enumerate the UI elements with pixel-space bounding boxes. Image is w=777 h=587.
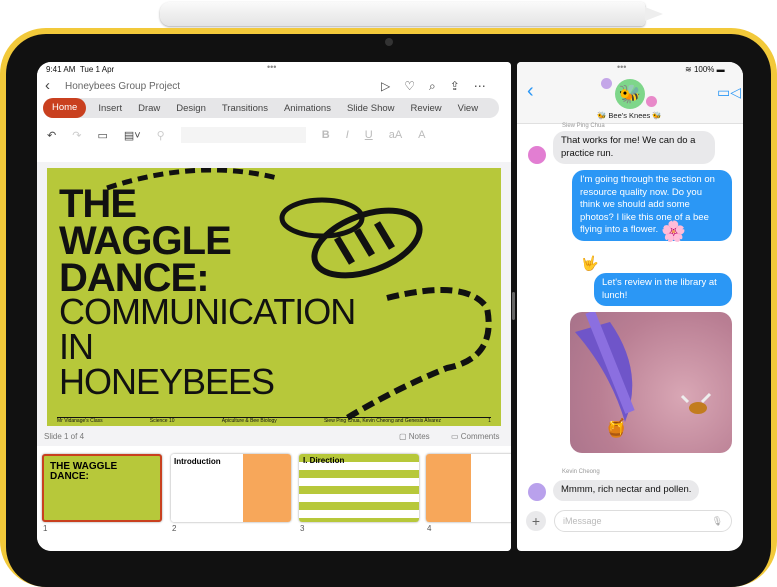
thumbnail-4[interactable] (426, 454, 511, 522)
powerpoint-pane: 9:41 AM Tue 1 Apr ••• ‹ Honeybees Group … (37, 62, 511, 551)
messages-pane: ••• ≋ 100% ▬ ‹ 🐝 🐝 Bee's Knees 🐝 ▭◁ Siew… (517, 62, 743, 551)
microphone-icon[interactable]: 🎙 (712, 516, 723, 527)
share-icon[interactable]: ⇪ (450, 79, 460, 94)
tab-draw[interactable]: Draw (130, 103, 168, 114)
slide-footer: Mr Vidanage's Class Science 10 Apicultur… (57, 417, 491, 424)
tab-review[interactable]: Review (403, 103, 450, 114)
sender-avatar (528, 483, 546, 501)
italic-button[interactable]: I (346, 129, 349, 141)
footer-subject: Science 10 (149, 418, 175, 424)
message-bubble[interactable]: Mmmm, rich nectar and pollen. (553, 480, 700, 501)
underline-button[interactable]: U (365, 129, 373, 141)
notes-label: Notes (408, 432, 430, 441)
tab-view[interactable]: View (450, 103, 486, 114)
document-title: Honeybees Group Project (65, 81, 181, 92)
footer-topic: Apiculture & Bee Biology (221, 418, 277, 424)
font-color-button[interactable]: A (418, 129, 425, 141)
tab-design[interactable]: Design (168, 103, 214, 114)
comments-label: Comments (460, 432, 500, 441)
ribbon-tabs: Home Insert Draw Design Transitions Anim… (43, 98, 499, 118)
layout-icon[interactable]: ▤˅ (124, 129, 141, 142)
message-bubble[interactable]: That works for me! We can do a practice … (553, 131, 715, 164)
battery-status: ≋ 100% ▬ (685, 65, 725, 74)
current-slide[interactable]: THE WAGGLE DANCE: COMMUNICATION IN HONEYBEES… (47, 168, 501, 426)
top-actions: ▷ ♡ ⌕ ⇪ ⋯ (381, 79, 486, 94)
thumbnail-2[interactable]: Introduction (171, 454, 291, 522)
play-icon[interactable]: ▷ (381, 79, 390, 94)
tab-insert[interactable]: Insert (90, 103, 130, 114)
more-icon[interactable]: ⋯ (474, 79, 486, 94)
video-call-icon[interactable]: ▭◁ (717, 84, 741, 101)
tab-slide-show[interactable]: Slide Show (339, 103, 403, 114)
sender-name: Kevin Cheong (562, 469, 600, 475)
back-icon[interactable]: ‹ (45, 77, 50, 94)
message-bubble[interactable]: Let's review in the library at lunch! (594, 273, 732, 306)
footer-class: Mr Vidanage's Class (57, 418, 103, 424)
message-bubble[interactable]: I'm going through the section on resourc… (572, 170, 732, 241)
thumbnail-number: 2 (172, 524, 177, 533)
thumbnail-1[interactable]: THE WAGGLE DANCE: (42, 454, 162, 522)
thumbnail-3[interactable]: I. Direction (299, 454, 419, 522)
tab-animations[interactable]: Animations (276, 103, 339, 114)
bee-flower-photo[interactable] (570, 312, 732, 453)
back-icon[interactable]: ‹ (527, 80, 534, 103)
sender-name: Siew Ping Chua (562, 123, 605, 129)
flower-bee-image-icon (575, 312, 712, 422)
camera-icon (385, 38, 393, 46)
group-name[interactable]: 🐝 Bee's Knees 🐝 (597, 111, 662, 120)
member-avatar (646, 96, 657, 107)
apple-pencil (160, 2, 663, 26)
format-toolbar: ↶ ↷ ▭ ▤˅ ⚲ B I U aA A (47, 127, 426, 143)
search-icon[interactable]: ⌕ (429, 79, 436, 94)
thumbnail-number: 3 (300, 524, 305, 533)
message-input[interactable]: iMessage 🎙 (554, 510, 732, 532)
notes-button[interactable]: ▢ Notes (399, 432, 430, 441)
footer-page: 1 (488, 418, 491, 424)
undo-icon[interactable]: ↶ (47, 129, 56, 142)
thumbnail-number: 4 (427, 524, 432, 533)
lightbulb-icon[interactable]: ♡ (404, 79, 415, 94)
sender-avatar (528, 146, 546, 164)
new-slide-icon[interactable]: ▭ (97, 129, 107, 142)
slide-counter: Slide 1 of 4 (44, 432, 85, 441)
split-view-divider-handle[interactable] (512, 292, 515, 320)
group-avatar[interactable]: 🐝 (615, 79, 645, 109)
reaction-sticker: 🤟 (581, 255, 599, 271)
multitask-dots-icon[interactable]: ••• (617, 62, 626, 72)
member-avatar (601, 78, 612, 89)
status-time: 9:41 AM Tue 1 Apr (46, 65, 115, 74)
format-painter-icon[interactable]: ⚲ (157, 129, 165, 142)
redo-icon[interactable]: ↷ (72, 129, 81, 142)
footer-authors: Siew Ping Chua, Kevin Cheong and Genesis… (323, 418, 441, 424)
bold-button[interactable]: B (322, 129, 330, 141)
input-placeholder: iMessage (563, 516, 602, 526)
bee-drawing-icon (106, 168, 492, 421)
font-size-button[interactable]: aA (389, 129, 402, 141)
reaction-sticker: 🌸 (661, 221, 686, 243)
reaction-sticker: 🍯 (605, 418, 628, 438)
font-field[interactable] (180, 127, 306, 143)
tab-transitions[interactable]: Transitions (214, 103, 276, 114)
tab-home[interactable]: Home (43, 98, 87, 118)
multitask-dots-icon[interactable]: ••• (267, 62, 276, 72)
thumbnail-number: 1 (43, 524, 48, 533)
plus-icon[interactable]: + (526, 511, 546, 531)
comments-button[interactable]: ▭ Comments (451, 432, 499, 441)
